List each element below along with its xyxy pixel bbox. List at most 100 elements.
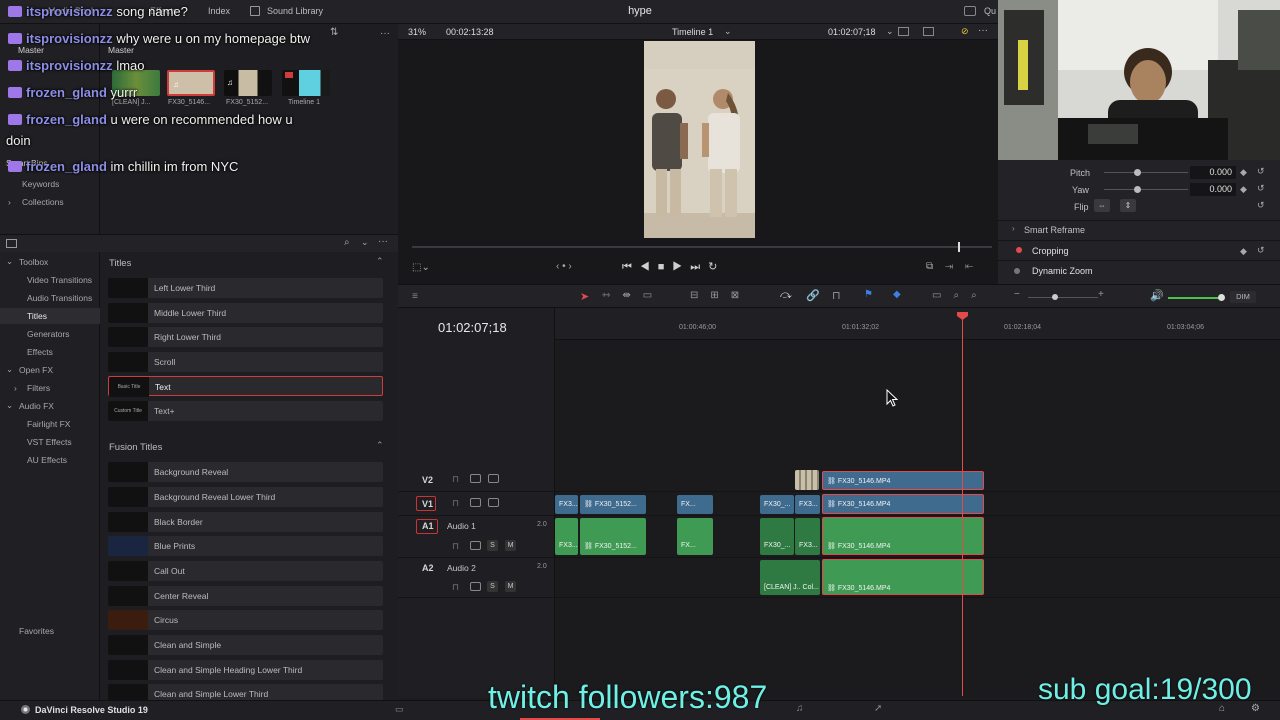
track-title-a1[interactable]: Audio 1 (447, 521, 476, 531)
tree-au-effects[interactable]: AU Effects (27, 455, 67, 465)
fusion-title-item[interactable]: Call Out (108, 561, 383, 581)
fusion-title-item[interactable]: Clean and Simple Lower Third (108, 684, 383, 700)
media-page-icon[interactable]: ▭ (395, 704, 404, 715)
zoom-detail-icon[interactable]: ⌕ (953, 290, 971, 301)
tree-open-fx[interactable]: Open FX (19, 365, 53, 375)
zoom-full-icon[interactable]: ▭ (932, 290, 953, 301)
stop-icon[interactable]: ■ (658, 261, 673, 273)
title-item[interactable]: Custom Title Text+ (108, 401, 383, 421)
fusion-title-item[interactable]: Black Border (108, 512, 383, 532)
chevron-right-icon[interactable]: › (1012, 224, 1015, 233)
jog-icon[interactable]: ‹ • › (556, 261, 572, 272)
transform-icon[interactable]: ⬚⌄ (412, 262, 430, 273)
fusion-title-item[interactable]: Background Reveal (108, 462, 383, 482)
mute-button[interactable]: M (505, 581, 516, 592)
dim-button[interactable]: DIM (1230, 291, 1256, 303)
v1-clip[interactable]: ⛓ FX30_5152... (580, 495, 646, 514)
sort-icon[interactable]: ⇅ (330, 27, 338, 38)
solo-button[interactable]: S (487, 581, 498, 592)
index-tab[interactable]: Index (208, 6, 230, 16)
keyframe-icon[interactable]: ◆ (1240, 167, 1247, 178)
snapping-icon[interactable]: ⤼ (780, 289, 792, 302)
collections-chevron-icon[interactable]: › (8, 197, 11, 207)
zoom-slider-handle[interactable] (1052, 294, 1058, 300)
timeline-ruler[interactable]: 01:00:46;00 01:01:32;02 01:02:18;04 01:0… (555, 308, 1280, 340)
keyframe-icon[interactable]: ◆ (1240, 246, 1247, 257)
volume-icon[interactable]: 🔊 (1150, 289, 1164, 302)
volume-slider-handle[interactable] (1218, 294, 1225, 301)
more-options-icon[interactable]: ··· (378, 236, 388, 247)
fairlight-page-icon[interactable]: ♫ (796, 703, 804, 714)
tree-toolbox[interactable]: Toolbox (19, 257, 48, 267)
v2-clip-selected[interactable]: ⛓ FX30_5146.MP4 (822, 471, 984, 490)
solo-button[interactable]: S (487, 540, 498, 551)
a1-clip[interactable]: FX... (677, 518, 713, 555)
link-icon[interactable]: 🔗 (806, 289, 820, 302)
next-edit-icon[interactable]: ⇥ (945, 261, 965, 272)
more-options-icon[interactable]: ··· (380, 28, 390, 39)
chevron-right-icon[interactable]: › (14, 383, 17, 393)
a1-clip[interactable]: FX3... (795, 518, 820, 555)
cropping-section[interactable]: Cropping (1032, 246, 1069, 256)
blade-tool-icon[interactable]: ▭ (643, 290, 664, 301)
bypass-icon[interactable]: ⊘ (961, 26, 969, 37)
auto-select-icon[interactable] (470, 582, 481, 591)
fusion-title-item[interactable]: Background Reveal Lower Third (108, 487, 383, 507)
marker-icon[interactable]: ◆ (893, 289, 901, 300)
tree-effects[interactable]: Effects (27, 347, 53, 357)
auto-select-icon[interactable] (470, 541, 481, 550)
chevron-down-icon[interactable]: ⌄ (361, 237, 369, 248)
pitch-field[interactable]: 0.000 (1190, 166, 1236, 179)
quick-export-button[interactable]: Qu (984, 6, 996, 16)
video-frame[interactable] (644, 41, 755, 238)
title-item[interactable]: Right Lower Third (108, 327, 383, 347)
panel-toggle-icon[interactable] (6, 239, 17, 248)
first-frame-icon[interactable]: ⏮ (622, 261, 640, 273)
fusion-title-item[interactable]: Clean and Simple (108, 635, 383, 655)
chevron-down-icon[interactable]: ⌄ (886, 26, 894, 37)
v1-clip[interactable]: FX... (677, 495, 713, 514)
overlay-icon[interactable] (923, 27, 934, 36)
transport-controls[interactable]: ⏮◀■▶⏭↻ (622, 260, 725, 274)
selection-tool-icon[interactable]: ➤ (580, 290, 589, 303)
title-item-selected[interactable]: Basic Title Text (108, 376, 383, 397)
chevron-down-icon[interactable]: ⌄ (6, 364, 13, 375)
auto-select-icon[interactable] (470, 474, 481, 483)
v1-clip-selected[interactable]: ⛓ FX30_5146.MP4 (822, 494, 984, 514)
tree-audio-transitions[interactable]: Audio Transitions (27, 293, 92, 303)
mute-button[interactable]: M (505, 540, 516, 551)
track-visibility-icon[interactable] (488, 474, 499, 483)
playhead[interactable] (962, 316, 963, 696)
v1-clip[interactable]: FX3... (795, 495, 820, 514)
tree-filters[interactable]: Filters (27, 383, 50, 393)
lock-icon[interactable]: ⊓ (452, 541, 459, 552)
collapse-icon[interactable]: ⌃ (376, 256, 384, 267)
yaw-slider[interactable] (1104, 189, 1188, 190)
lock-icon[interactable]: ⊓ (452, 474, 459, 485)
play-icon[interactable]: ▶ (672, 261, 690, 273)
flag-icon[interactable]: ⚑ (864, 289, 873, 300)
auto-select-icon[interactable] (470, 498, 481, 507)
tree-fairlight-fx[interactable]: Fairlight FX (27, 419, 70, 429)
v1-clip[interactable]: FX3... (555, 495, 578, 514)
match-frame-icon[interactable]: ⧉ (926, 261, 945, 272)
fusion-title-item[interactable]: Circus (108, 610, 383, 630)
chevron-down-icon[interactable]: ⌄ (6, 256, 13, 267)
title-item[interactable]: Scroll (108, 352, 383, 372)
a1-clip-selected[interactable]: ⛓ FX30_5146.MP4 (822, 517, 984, 555)
chevron-down-icon[interactable]: ⌄ (6, 400, 13, 411)
more-options-icon[interactable]: ··· (978, 25, 988, 36)
tree-generators[interactable]: Generators (27, 329, 70, 339)
chevron-down-icon[interactable]: ⌄ (724, 26, 732, 37)
flip-horizontal-icon[interactable]: ⇔ (1094, 199, 1110, 212)
viewer-mode-icon[interactable] (898, 27, 909, 36)
fusion-title-item[interactable]: Blue Prints (108, 536, 383, 556)
overwrite-clip-icon[interactable]: ⊞ (710, 290, 730, 301)
keywords-item[interactable]: Keywords (22, 179, 59, 189)
v1-clip[interactable]: FX30_... (760, 495, 794, 514)
tree-favorites[interactable]: Favorites (19, 626, 54, 636)
dynamic-zoom-enable-toggle[interactable] (1014, 268, 1020, 274)
zoom-out-icon[interactable]: − (1014, 289, 1020, 300)
dynamic-trim-icon[interactable]: ⇼ (622, 290, 642, 301)
viewer-zoom[interactable]: 31% (408, 27, 426, 37)
